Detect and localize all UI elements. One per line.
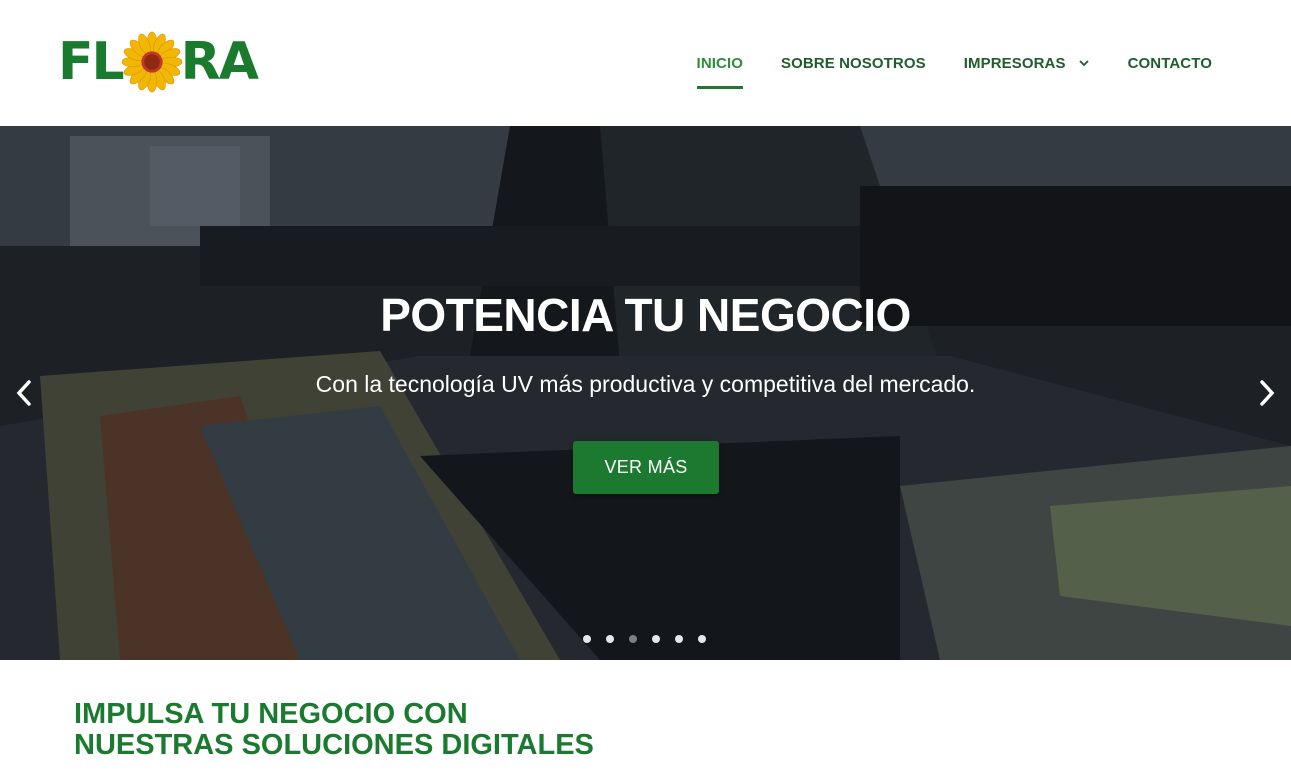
slider-dot[interactable] bbox=[652, 635, 660, 643]
slider-dot-active[interactable] bbox=[629, 635, 637, 643]
nav-item-sobre-nosotros[interactable]: SOBRE NOSOTROS bbox=[781, 0, 926, 126]
chevron-left-icon[interactable] bbox=[10, 376, 38, 410]
section-title: IMPULSA TU NEGOCIO CON NUESTRAS SOLUCION… bbox=[74, 699, 774, 761]
logo-wordmark: FL RA bbox=[58, 31, 259, 93]
ver-mas-button[interactable]: VER MÁS bbox=[573, 441, 719, 494]
nav-item-label: CONTACTO bbox=[1127, 54, 1212, 72]
nav-item-label: IMPRESORAS bbox=[963, 54, 1066, 72]
main-nav: INICIO SOBRE NOSOTROS IMPRESORAS CONTACT… bbox=[696, 0, 1212, 126]
sunflower-icon bbox=[121, 31, 182, 93]
slider-dot[interactable] bbox=[698, 635, 706, 643]
flora-logo[interactable]: FL RA bbox=[58, 26, 290, 98]
nav-item-inicio[interactable]: INICIO bbox=[696, 0, 744, 126]
nav-item-label: SOBRE NOSOTROS bbox=[780, 54, 926, 72]
chevron-right-icon[interactable] bbox=[1253, 376, 1281, 410]
nav-item-impresoras[interactable]: IMPRESORAS bbox=[964, 0, 1090, 126]
slider-dot[interactable] bbox=[583, 635, 591, 643]
nav-item-contacto[interactable]: CONTACTO bbox=[1128, 0, 1212, 126]
slider-dot[interactable] bbox=[606, 635, 614, 643]
section-title-line-1: IMPULSA TU NEGOCIO CON bbox=[74, 698, 468, 730]
chevron-down-icon bbox=[1078, 60, 1089, 67]
hero-subtitle: Con la tecnología UV más productiva y co… bbox=[315, 371, 976, 397]
nav-item-label: INICIO bbox=[696, 54, 743, 72]
hero-slider: POTENCIA TU NEGOCIO Con la tecnología UV… bbox=[0, 126, 1291, 660]
slider-dot[interactable] bbox=[675, 635, 683, 643]
site-header: FL RA INICIO SOBRE NOSOTROS IMPRESORAS C… bbox=[0, 0, 1291, 126]
slider-dots bbox=[583, 635, 706, 643]
hero-title: POTENCIA TU NEGOCIO bbox=[380, 289, 911, 341]
section-title-line-2: NUESTRAS SOLUCIONES DIGITALES bbox=[74, 729, 594, 761]
